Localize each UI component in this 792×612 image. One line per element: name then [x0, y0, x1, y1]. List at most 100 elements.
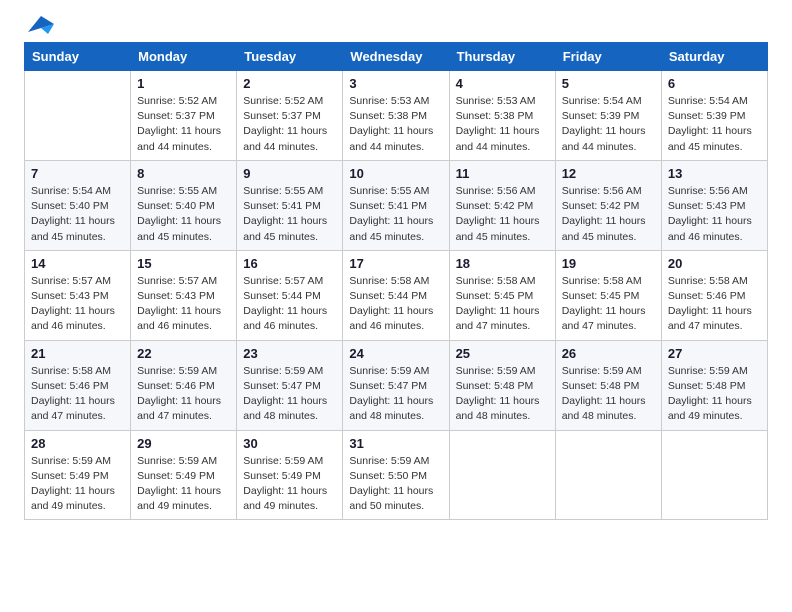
day-number: 25	[456, 346, 549, 361]
day-number: 16	[243, 256, 336, 271]
day-number: 31	[349, 436, 442, 451]
calendar-cell	[25, 71, 131, 161]
day-number: 13	[668, 166, 761, 181]
calendar-cell: 5Sunrise: 5:54 AM Sunset: 5:39 PM Daylig…	[555, 71, 661, 161]
day-info: Sunrise: 5:54 AM Sunset: 5:40 PM Dayligh…	[31, 184, 124, 245]
calendar-cell: 8Sunrise: 5:55 AM Sunset: 5:40 PM Daylig…	[131, 160, 237, 250]
day-number: 17	[349, 256, 442, 271]
day-info: Sunrise: 5:53 AM Sunset: 5:38 PM Dayligh…	[349, 94, 442, 155]
calendar-cell: 24 Sunrise: 5:59 AM Sunset: 5:47 PM Dayli…	[343, 340, 449, 430]
calendar-cell	[449, 430, 555, 520]
day-number: 6	[668, 76, 761, 91]
calendar-cell: 16 Sunrise: 5:57 AM Sunset: 5:44 PM Dayli…	[237, 250, 343, 340]
calendar-week-row: 21 Sunrise: 5:58 AM Sunset: 5:46 PM Dayli…	[25, 340, 768, 430]
day-number: 3	[349, 76, 442, 91]
calendar-cell: 20 Sunrise: 5:58 AM Sunset: 5:46 PM Dayli…	[661, 250, 767, 340]
calendar-table: SundayMondayTuesdayWednesdayThursdayFrid…	[24, 42, 768, 520]
day-info: Sunrise: 5:58 AM Sunset: 5:46 PM Dayligh…	[668, 274, 761, 335]
day-info: Sunrise: 5:57 AM Sunset: 5:43 PM Dayligh…	[31, 274, 124, 335]
day-info: Sunrise: 5:55 AM Sunset: 5:40 PM Dayligh…	[137, 184, 230, 245]
day-number: 9	[243, 166, 336, 181]
day-number: 22	[137, 346, 230, 361]
day-info: Sunrise: 5:58 AM Sunset: 5:46 PM Dayligh…	[31, 364, 124, 425]
calendar-cell: 29Sunrise: 5:59 AM Sunset: 5:49 PM Dayli…	[131, 430, 237, 520]
logo-icon	[26, 14, 56, 36]
calendar-week-row: 7 Sunrise: 5:54 AM Sunset: 5:40 PM Daylig…	[25, 160, 768, 250]
calendar-cell: 6Sunrise: 5:54 AM Sunset: 5:39 PM Daylig…	[661, 71, 767, 161]
day-info: Sunrise: 5:57 AM Sunset: 5:44 PM Dayligh…	[243, 274, 336, 335]
calendar-cell: 7 Sunrise: 5:54 AM Sunset: 5:40 PM Daylig…	[25, 160, 131, 250]
calendar-cell: 19 Sunrise: 5:58 AM Sunset: 5:45 PM Dayli…	[555, 250, 661, 340]
day-info: Sunrise: 5:52 AM Sunset: 5:37 PM Dayligh…	[137, 94, 230, 155]
calendar-cell: 1 Sunrise: 5:52 AM Sunset: 5:37 PM Daylig…	[131, 71, 237, 161]
calendar-cell: 11 Sunrise: 5:56 AM Sunset: 5:42 PM Dayli…	[449, 160, 555, 250]
calendar-cell: 18 Sunrise: 5:58 AM Sunset: 5:45 PM Dayli…	[449, 250, 555, 340]
col-header-sunday: Sunday	[25, 43, 131, 71]
day-number: 10	[349, 166, 442, 181]
day-info: Sunrise: 5:55 AM Sunset: 5:41 PM Dayligh…	[349, 184, 442, 245]
day-info: Sunrise: 5:55 AM Sunset: 5:41 PM Dayligh…	[243, 184, 336, 245]
calendar-cell: 25 Sunrise: 5:59 AM Sunset: 5:48 PM Dayli…	[449, 340, 555, 430]
calendar-cell: 15 Sunrise: 5:57 AM Sunset: 5:43 PM Dayli…	[131, 250, 237, 340]
calendar-cell: 12 Sunrise: 5:56 AM Sunset: 5:42 PM Dayli…	[555, 160, 661, 250]
day-info: Sunrise: 5:57 AM Sunset: 5:43 PM Dayligh…	[137, 274, 230, 335]
day-number: 18	[456, 256, 549, 271]
day-number: 21	[31, 346, 124, 361]
day-number: 30	[243, 436, 336, 451]
col-header-thursday: Thursday	[449, 43, 555, 71]
day-info: Sunrise: 5:59 AM Sunset: 5:48 PM Dayligh…	[456, 364, 549, 425]
day-number: 26	[562, 346, 655, 361]
day-info: Sunrise: 5:59 AM Sunset: 5:46 PM Dayligh…	[137, 364, 230, 425]
col-header-friday: Friday	[555, 43, 661, 71]
day-number: 11	[456, 166, 549, 181]
day-number: 29	[137, 436, 230, 451]
day-number: 28	[31, 436, 124, 451]
calendar-cell	[661, 430, 767, 520]
calendar-cell: 2Sunrise: 5:52 AM Sunset: 5:37 PM Daylig…	[237, 71, 343, 161]
day-info: Sunrise: 5:59 AM Sunset: 5:50 PM Dayligh…	[349, 454, 442, 515]
day-info: Sunrise: 5:52 AM Sunset: 5:37 PM Dayligh…	[243, 94, 336, 155]
day-info: Sunrise: 5:59 AM Sunset: 5:49 PM Dayligh…	[31, 454, 124, 515]
day-info: Sunrise: 5:56 AM Sunset: 5:42 PM Dayligh…	[562, 184, 655, 245]
day-info: Sunrise: 5:58 AM Sunset: 5:45 PM Dayligh…	[562, 274, 655, 335]
calendar-cell: 10 Sunrise: 5:55 AM Sunset: 5:41 PM Dayli…	[343, 160, 449, 250]
day-info: Sunrise: 5:59 AM Sunset: 5:48 PM Dayligh…	[562, 364, 655, 425]
day-number: 5	[562, 76, 655, 91]
calendar-cell: 28 Sunrise: 5:59 AM Sunset: 5:49 PM Dayli…	[25, 430, 131, 520]
calendar-cell: 3 Sunrise: 5:53 AM Sunset: 5:38 PM Daylig…	[343, 71, 449, 161]
day-number: 4	[456, 76, 549, 91]
day-info: Sunrise: 5:59 AM Sunset: 5:48 PM Dayligh…	[668, 364, 761, 425]
day-number: 19	[562, 256, 655, 271]
day-info: Sunrise: 5:59 AM Sunset: 5:47 PM Dayligh…	[243, 364, 336, 425]
day-info: Sunrise: 5:56 AM Sunset: 5:42 PM Dayligh…	[456, 184, 549, 245]
day-info: Sunrise: 5:59 AM Sunset: 5:49 PM Dayligh…	[243, 454, 336, 515]
col-header-tuesday: Tuesday	[237, 43, 343, 71]
day-number: 27	[668, 346, 761, 361]
calendar-cell: 23 Sunrise: 5:59 AM Sunset: 5:47 PM Dayli…	[237, 340, 343, 430]
logo	[24, 20, 56, 30]
page-header	[24, 20, 768, 30]
calendar-cell	[555, 430, 661, 520]
calendar-week-row: 14Sunrise: 5:57 AM Sunset: 5:43 PM Dayli…	[25, 250, 768, 340]
calendar-cell: 26 Sunrise: 5:59 AM Sunset: 5:48 PM Dayli…	[555, 340, 661, 430]
day-number: 7	[31, 166, 124, 181]
col-header-wednesday: Wednesday	[343, 43, 449, 71]
calendar-cell: 14Sunrise: 5:57 AM Sunset: 5:43 PM Dayli…	[25, 250, 131, 340]
day-number: 12	[562, 166, 655, 181]
calendar-cell: 22 Sunrise: 5:59 AM Sunset: 5:46 PM Dayli…	[131, 340, 237, 430]
day-info: Sunrise: 5:58 AM Sunset: 5:45 PM Dayligh…	[456, 274, 549, 335]
day-info: Sunrise: 5:56 AM Sunset: 5:43 PM Dayligh…	[668, 184, 761, 245]
calendar-week-row: 28 Sunrise: 5:59 AM Sunset: 5:49 PM Dayli…	[25, 430, 768, 520]
day-info: Sunrise: 5:53 AM Sunset: 5:38 PM Dayligh…	[456, 94, 549, 155]
day-number: 23	[243, 346, 336, 361]
day-number: 20	[668, 256, 761, 271]
calendar-week-row: 1 Sunrise: 5:52 AM Sunset: 5:37 PM Daylig…	[25, 71, 768, 161]
day-number: 1	[137, 76, 230, 91]
calendar-header-row: SundayMondayTuesdayWednesdayThursdayFrid…	[25, 43, 768, 71]
calendar-cell: 30 Sunrise: 5:59 AM Sunset: 5:49 PM Dayli…	[237, 430, 343, 520]
day-number: 24	[349, 346, 442, 361]
day-number: 15	[137, 256, 230, 271]
day-info: Sunrise: 5:59 AM Sunset: 5:47 PM Dayligh…	[349, 364, 442, 425]
calendar-cell: 13 Sunrise: 5:56 AM Sunset: 5:43 PM Dayli…	[661, 160, 767, 250]
calendar-cell: 9 Sunrise: 5:55 AM Sunset: 5:41 PM Daylig…	[237, 160, 343, 250]
